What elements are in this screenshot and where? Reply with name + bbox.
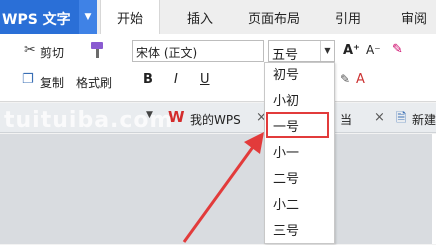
tab-page-layout[interactable]: 页面布局 [238,0,310,34]
grow-font-button[interactable]: A⁺ [343,43,360,58]
bold-button[interactable]: B [143,72,153,87]
font-size-value: 五号 [272,48,299,63]
tab-review[interactable]: 审阅 [392,0,436,34]
scissors-icon[interactable]: ✂ [24,42,36,58]
copy-icon[interactable]: ❐ [22,72,34,87]
chevron-down-icon[interactable]: ▼ [320,41,334,61]
font-size-select[interactable]: 五号 ▼ [268,40,335,63]
dropdown-option[interactable]: 三号 [265,219,334,245]
app-menu-button[interactable]: WPS 文字 ▼ [0,0,97,34]
highlight-icon[interactable]: ✎ [340,72,350,86]
highlight-box [266,112,329,138]
format-painter-icon[interactable] [88,40,106,60]
close-icon[interactable]: × [374,110,385,125]
clear-format-icon[interactable]: ✎ [392,42,403,57]
annotation-arrow-icon [182,132,264,243]
chevron-down-icon[interactable]: ▼ [79,0,97,34]
dropdown-option[interactable]: 小二 [265,193,334,219]
watermark: tuituiba.com [4,108,174,133]
copy-button[interactable]: 复制 [40,74,64,91]
cut-button[interactable]: 剪切 [40,44,64,61]
tab-insert[interactable]: 插入 [176,0,224,34]
font-name-value: 宋体 (正文) [136,46,198,60]
dropdown-option[interactable]: 小一 [265,141,334,167]
tab-home[interactable]: 开始 [100,0,160,34]
dropdown-option[interactable]: 二号 [265,167,334,193]
font-color-icon[interactable]: A [356,72,365,87]
shrink-font-button[interactable]: A⁻ [366,43,381,57]
tab-references[interactable]: 引用 [326,0,370,34]
document-page[interactable] [432,134,436,244]
font-name-select[interactable]: 宋体 (正文) [132,40,264,62]
dropdown-option[interactable]: 初号 [265,63,334,89]
tab-new-document[interactable]: 新建 [412,111,436,128]
tab-partial[interactable]: 当 [340,111,352,128]
app-title: WPS 文字 [2,12,71,28]
document-icon: 🗎 [396,111,407,126]
italic-button[interactable]: I [174,72,178,87]
underline-button[interactable]: U [200,72,210,87]
font-size-dropdown: 初号 小初 一号 小一 二号 小二 三号 [264,62,335,244]
format-painter-button[interactable]: 格式刷 [76,74,112,91]
